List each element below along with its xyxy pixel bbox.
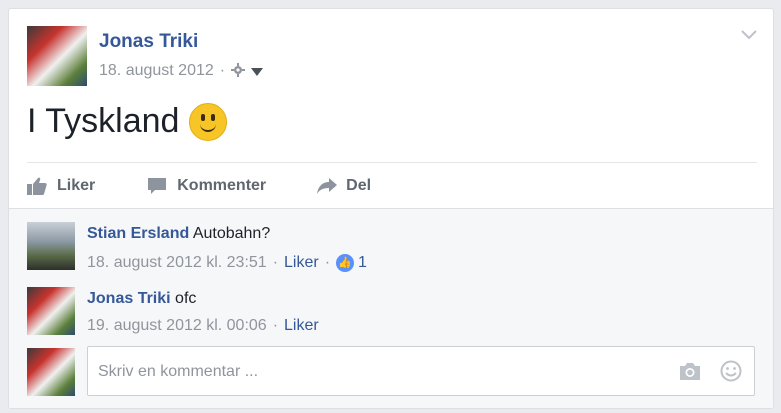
meta-separator: · — [219, 62, 226, 79]
comment-text: Autobahn? — [192, 225, 271, 242]
post-text: I Tyskland — [27, 102, 180, 140]
like-count-icon[interactable]: 👍 — [336, 254, 355, 272]
share-label: Del — [346, 177, 372, 194]
author-avatar[interactable] — [27, 26, 87, 86]
caret-down-icon[interactable] — [251, 63, 264, 79]
comment-input[interactable] — [96, 347, 660, 397]
smiley-emoji-icon — [189, 102, 228, 141]
meta-separator: · — [324, 254, 331, 271]
composer-avatar — [27, 348, 75, 396]
thumbs-up-icon — [27, 177, 47, 195]
comment-label: Kommenter — [177, 177, 267, 194]
like-button[interactable]: Liker — [27, 177, 95, 195]
avatar[interactable] — [27, 287, 75, 335]
comment-timestamp[interactable]: 18. august 2012 kl. 23:51 — [87, 254, 267, 272]
comment-body: Jonas Triki ofc — [87, 290, 196, 308]
emoji-icon[interactable] — [720, 360, 742, 382]
camera-icon[interactable] — [678, 361, 702, 381]
like-count[interactable]: 1 — [358, 254, 367, 272]
post-date[interactable]: 18. august 2012 — [99, 62, 214, 80]
comment-meta: 19. august 2012 kl. 00:06 · Liker — [87, 317, 319, 335]
comment-text: ofc — [175, 290, 197, 307]
comment-timestamp[interactable]: 19. august 2012 kl. 00:06 — [87, 317, 267, 335]
chevron-down-icon[interactable] — [741, 27, 757, 45]
comment-author[interactable]: Stian Ersland — [87, 225, 189, 242]
avatar[interactable] — [27, 222, 75, 270]
post-card: Jonas Triki 18. august 2012 · I Tyskland… — [8, 8, 774, 409]
comment-author[interactable]: Jonas Triki — [87, 290, 171, 307]
share-button[interactable]: Del — [316, 177, 371, 195]
share-arrow-icon — [316, 177, 338, 195]
comment-like-link[interactable]: Liker — [284, 317, 319, 335]
comment-button[interactable]: Kommenter — [147, 177, 266, 195]
like-label: Liker — [57, 177, 96, 194]
comment-body: Stian Ersland Autobahn? — [87, 225, 270, 243]
divider — [27, 162, 757, 163]
comments-section: Stian Ersland Autobahn? 18. august 2012 … — [9, 208, 773, 408]
meta-separator: · — [272, 254, 279, 271]
comment-composer[interactable] — [87, 346, 755, 397]
comment-like-link[interactable]: Liker — [284, 254, 319, 272]
gear-icon[interactable] — [231, 62, 246, 80]
post-meta: 18. august 2012 · — [99, 62, 269, 80]
meta-separator: · — [272, 317, 279, 334]
comment-meta: 18. august 2012 kl. 23:51 · Liker · 👍 1 — [87, 254, 367, 272]
comment-icon — [147, 177, 167, 195]
post-body: I Tyskland — [27, 102, 228, 141]
post-actions: Liker Kommenter Del — [27, 173, 421, 199]
post-author-name[interactable]: Jonas Triki — [99, 31, 198, 53]
